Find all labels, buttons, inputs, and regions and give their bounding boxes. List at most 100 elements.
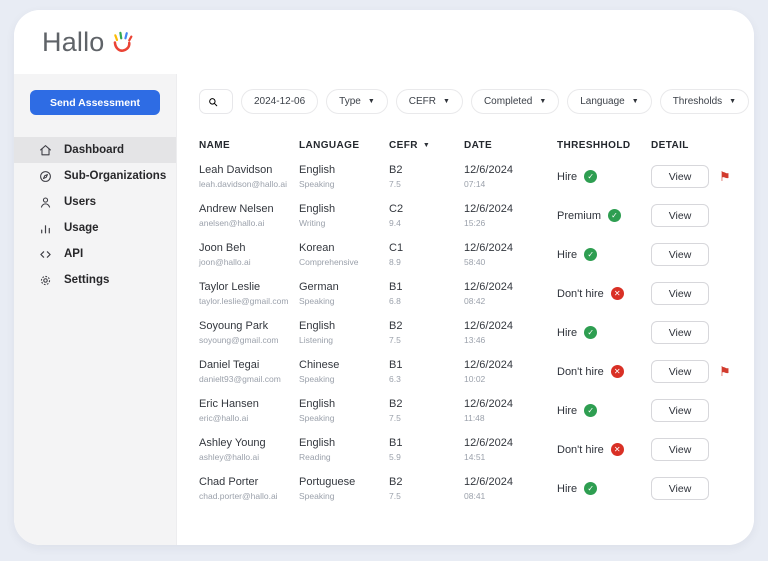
cefr-score: 9.4 xyxy=(389,218,464,228)
filter-bar: 2024-12-06 Type ▼ CEFR ▼ Completed ▼ xyxy=(199,74,732,124)
sidebar-item-label: Sub-Organizations xyxy=(64,170,166,182)
time-value: 08:42 xyxy=(464,296,557,306)
home-icon xyxy=(39,144,52,157)
threshold-label: Don't hire xyxy=(557,288,604,300)
threshold-cell: Premium ✓ xyxy=(557,209,651,222)
compass-icon xyxy=(39,170,52,183)
user-email: joon@hallo.ai xyxy=(199,257,299,267)
date-filter[interactable]: 2024-12-06 xyxy=(241,89,318,114)
user-name: Taylor Leslie xyxy=(199,281,299,293)
user-email: taylor.leslie@gmail.com xyxy=(199,296,299,306)
date-value: 12/6/2024 xyxy=(464,398,557,410)
view-button[interactable]: View xyxy=(651,399,709,422)
detail-cell: View ⚑ xyxy=(651,243,732,266)
detail-cell: View ⚑ xyxy=(651,360,732,383)
name-cell: Taylor Leslie taylor.leslie@gmail.com xyxy=(199,281,299,306)
cefr-filter-dropdown[interactable]: CEFR ▼ xyxy=(396,89,463,114)
threshold-label: Hire xyxy=(557,249,577,261)
time-value: 15:26 xyxy=(464,218,557,228)
view-button[interactable]: View xyxy=(651,165,709,188)
date-value: 12/6/2024 xyxy=(464,476,557,488)
date-cell: 12/6/2024 58:40 xyxy=(464,242,557,267)
name-cell: Leah Davidson leah.davidson@hallo.ai xyxy=(199,164,299,189)
threshold-cell: Hire ✓ xyxy=(557,404,651,417)
sidebar-item-users[interactable]: Users xyxy=(14,189,176,215)
completed-filter-dropdown[interactable]: Completed ▼ xyxy=(471,89,559,114)
view-button[interactable]: View xyxy=(651,321,709,344)
name-cell: Eric Hansen eric@hallo.ai xyxy=(199,398,299,423)
main-content: 2024-12-06 Type ▼ CEFR ▼ Completed ▼ xyxy=(176,74,754,545)
header: Hallo xyxy=(14,10,754,74)
user-icon xyxy=(39,196,52,209)
column-header-threshold: THRESHHOLD xyxy=(557,140,651,151)
thresholds-filter-dropdown[interactable]: Thresholds ▼ xyxy=(660,89,749,114)
user-email: danielt93@gmail.com xyxy=(199,374,299,384)
skill-value: Reading xyxy=(299,452,389,462)
view-button[interactable]: View xyxy=(651,438,709,461)
view-button[interactable]: View xyxy=(651,477,709,500)
cefr-cell: B2 7.5 xyxy=(389,476,464,501)
name-cell: Soyoung Park soyoung@gmail.com xyxy=(199,320,299,345)
language-cell: Chinese Speaking xyxy=(299,359,389,384)
cefr-score: 6.3 xyxy=(389,374,464,384)
view-button[interactable]: View xyxy=(651,204,709,227)
time-value: 58:40 xyxy=(464,257,557,267)
completed-filter-label: Completed xyxy=(484,96,532,107)
threshold-label: Hire xyxy=(557,405,577,417)
status-icon: ✓ xyxy=(608,209,621,222)
search-box[interactable] xyxy=(199,89,233,114)
view-button[interactable]: View xyxy=(651,282,709,305)
skill-value: Writing xyxy=(299,218,389,228)
language-value: Chinese xyxy=(299,359,389,371)
sidebar-item-label: Users xyxy=(64,196,96,208)
sidebar-item-dashboard[interactable]: Dashboard xyxy=(14,137,176,163)
sidebar-item-usage[interactable]: Usage xyxy=(14,215,176,241)
view-button[interactable]: View xyxy=(651,243,709,266)
threshold-cell: Don't hire ✕ xyxy=(557,365,651,378)
date-cell: 12/6/2024 14:51 xyxy=(464,437,557,462)
sidebar-item-settings[interactable]: Settings xyxy=(14,267,176,293)
cefr-level: C1 xyxy=(389,242,464,254)
chevron-down-icon: ▼ xyxy=(729,98,736,105)
sidebar-item-api[interactable]: API xyxy=(14,241,176,267)
sidebar-item-label: Usage xyxy=(64,222,99,234)
table-row: Ashley Young ashley@hallo.ai English Rea… xyxy=(199,430,732,469)
language-value: English xyxy=(299,164,389,176)
threshold-label: Premium xyxy=(557,210,601,222)
language-value: English xyxy=(299,320,389,332)
table-row: Taylor Leslie taylor.leslie@gmail.com Ge… xyxy=(199,274,732,313)
time-value: 08:41 xyxy=(464,491,557,501)
language-filter-dropdown[interactable]: Language ▼ xyxy=(567,89,651,114)
sidebar-item-sub-organizations[interactable]: Sub-Organizations xyxy=(14,163,176,189)
date-value: 12/6/2024 xyxy=(464,242,557,254)
cefr-level: B1 xyxy=(389,359,464,371)
cefr-level: B1 xyxy=(389,437,464,449)
user-email: chad.porter@hallo.ai xyxy=(199,491,299,501)
user-name: Soyoung Park xyxy=(199,320,299,332)
skill-value: Speaking xyxy=(299,413,389,423)
cefr-cell: C1 8.9 xyxy=(389,242,464,267)
language-value: English xyxy=(299,398,389,410)
cefr-score: 7.5 xyxy=(389,179,464,189)
cefr-score: 7.5 xyxy=(389,413,464,423)
threshold-label: Don't hire xyxy=(557,444,604,456)
language-cell: English Speaking xyxy=(299,398,389,423)
user-email: anelsen@hallo.ai xyxy=(199,218,299,228)
cefr-cell: B1 5.9 xyxy=(389,437,464,462)
date-cell: 12/6/2024 11:48 xyxy=(464,398,557,423)
cefr-score: 5.9 xyxy=(389,452,464,462)
language-cell: German Speaking xyxy=(299,281,389,306)
send-assessment-button[interactable]: Send Assessment xyxy=(30,90,160,115)
cefr-cell: B2 7.5 xyxy=(389,164,464,189)
column-header-cefr[interactable]: CEFR▼ xyxy=(389,140,464,151)
threshold-label: Hire xyxy=(557,171,577,183)
detail-cell: View ⚑ xyxy=(651,438,732,461)
user-email: ashley@hallo.ai xyxy=(199,452,299,462)
date-cell: 12/6/2024 13:46 xyxy=(464,320,557,345)
type-filter-dropdown[interactable]: Type ▼ xyxy=(326,89,388,114)
view-button[interactable]: View xyxy=(651,360,709,383)
status-icon: ✕ xyxy=(611,287,624,300)
language-filter-label: Language xyxy=(580,96,625,107)
flag-icon: ⚑ xyxy=(719,365,731,378)
sidebar-nav: Dashboard Sub-Organizations Users xyxy=(14,137,176,293)
